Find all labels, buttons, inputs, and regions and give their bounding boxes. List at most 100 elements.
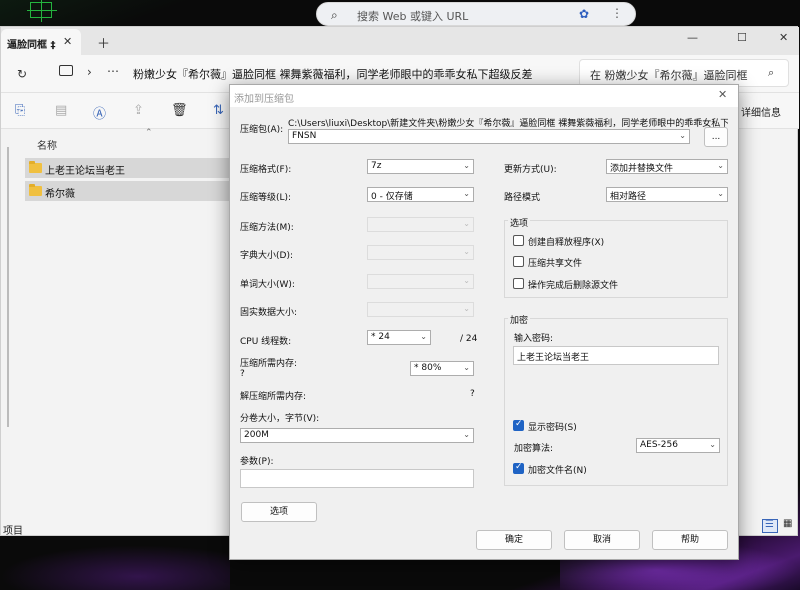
chevron-down-icon: ⌄ (709, 440, 716, 449)
word-select[interactable]: ⌄ (367, 274, 474, 289)
memory-select[interactable]: * 80% ⌄ (410, 361, 474, 376)
web-search-bar[interactable]: ⌕ 搜索 Web 或键入 URL ✿ ⋮ (316, 2, 636, 26)
tab-strip: 逼脸同框 ‡ ✕ ＋ — ☐ ✕ (1, 27, 799, 55)
chevron-down-icon: ⌄ (463, 363, 470, 372)
tiles-view-icon[interactable] (782, 518, 796, 533)
encryption-method-select[interactable]: AES-256 ⌄ (636, 438, 720, 453)
paste-icon[interactable]: ▤ (55, 103, 67, 118)
computer-icon[interactable] (59, 65, 73, 76)
chevron-down-icon: ⌄ (463, 276, 470, 285)
sort-icon[interactable]: ⇅ (213, 103, 224, 118)
encrypt-names-label: 加密文件名(N) (528, 466, 587, 476)
encryption-method-value: AES-256 (640, 440, 678, 450)
search-icon: ⌕ (768, 66, 775, 79)
sfx-label: 创建自释放程序(X) (528, 238, 605, 248)
chevron-right-icon[interactable]: › (87, 65, 92, 79)
scrollbar[interactable] (7, 147, 9, 427)
options-button[interactable]: 选项 (241, 502, 317, 522)
encryption-group-title: 加密 (508, 313, 531, 326)
add-to-archive-dialog: 添加到压缩包 ✕ 压缩包(A): C:\Users\liuxi\Desktop\… (229, 84, 739, 560)
close-tab-icon[interactable]: ✕ (63, 35, 72, 48)
more-icon[interactable]: ⋮ (611, 6, 623, 20)
archive-label: 压缩包(A): (240, 125, 284, 135)
new-tab-icon[interactable]: ＋ (97, 33, 110, 52)
breadcrumb[interactable]: 粉嫩少女『希尔薇』逼脸同框 裸舞紫薇福利，同学老师眼中的乖乖女私下超级反差 (133, 66, 563, 82)
tab-title: 逼脸同框 ‡ (7, 40, 56, 51)
shared-checkbox[interactable] (513, 256, 524, 267)
split-label: 分卷大小，字节(V): (240, 414, 320, 424)
browse-button[interactable]: ... (704, 127, 728, 147)
delete-source-checkbox[interactable] (513, 278, 524, 289)
path-mode-label: 路径模式 (504, 193, 541, 203)
params-label: 参数(P): (240, 457, 274, 467)
folder-icon (29, 184, 42, 196)
level-select[interactable]: 0 - 仅存储 ⌄ (367, 187, 474, 202)
delete-icon[interactable]: 🗑 (171, 103, 188, 118)
password-value: 上老王论坛当老王 (517, 353, 590, 363)
details-view-icon[interactable] (762, 519, 778, 533)
archive-name-combo[interactable]: FNSN ⌄ (288, 129, 690, 144)
folder-search-text: 在 粉嫩少女『希尔薇』逼脸同框 (590, 69, 748, 82)
show-password-checkbox[interactable] (513, 419, 524, 431)
memory-value: * 80% (414, 363, 442, 373)
rename-icon[interactable]: Ⓐ (93, 103, 106, 122)
sfx-checkbox[interactable] (513, 235, 524, 246)
chevron-down-icon: ⌄ (463, 161, 470, 170)
refresh-icon[interactable]: ↻ (17, 67, 27, 81)
ok-button[interactable]: 确定 (476, 530, 552, 550)
maximize-icon[interactable]: ☐ (737, 31, 747, 44)
more-path-icon[interactable]: ⋯ (107, 64, 119, 78)
chevron-down-icon: ⌄ (463, 247, 470, 256)
cpu-threads-value: * 24 (371, 332, 390, 342)
options-group-title: 选项 (508, 216, 531, 229)
password-label: 输入密码: (514, 334, 554, 344)
dict-label: 字典大小(D): (240, 251, 293, 261)
help-button[interactable]: 帮助 (652, 530, 728, 550)
shared-label: 压缩共享文件 (528, 259, 583, 269)
word-label: 单词大小(W): (240, 280, 295, 290)
update-mode-select[interactable]: 添加并替换文件 ⌄ (606, 159, 728, 174)
encryption-method-label: 加密算法: (514, 444, 554, 454)
password-input[interactable]: 上老王论坛当老王 (513, 346, 719, 365)
cancel-button[interactable]: 取消 (564, 530, 640, 550)
archive-name-value: FNSN (292, 131, 317, 141)
split-size-value: 200M (244, 430, 269, 440)
format-select[interactable]: 7z ⌄ (367, 159, 474, 174)
method-select[interactable]: ⌄ (367, 217, 474, 232)
chevron-down-icon: ⌄ (463, 430, 470, 439)
decompress-memory-value: ? (470, 389, 475, 399)
list-item[interactable]: 希尔薇 (25, 181, 231, 201)
column-header-name[interactable]: 名称 (37, 137, 57, 152)
crosshair-icon (27, 0, 57, 22)
encrypt-names-checkbox[interactable] (513, 462, 524, 474)
wallpaper-glow (0, 545, 230, 590)
close-window-icon[interactable]: ✕ (779, 31, 788, 44)
cpu-threads-select[interactable]: * 24 ⌄ (367, 330, 431, 345)
cut-icon[interactable]: ⎘ (15, 103, 25, 118)
level-value: 0 - 仅存储 (371, 192, 413, 202)
close-icon[interactable]: ✕ (718, 88, 727, 101)
details-button[interactable]: 详细信息 (741, 104, 781, 119)
format-value: 7z (371, 161, 382, 171)
copilot-icon[interactable]: ✿ (579, 7, 589, 21)
params-input[interactable] (240, 469, 474, 488)
list-item[interactable]: 上老王论坛当老王 (25, 158, 231, 178)
decompress-memory-label: 解压缩所需内存: (240, 392, 307, 402)
share-icon[interactable]: ⇪ (133, 103, 144, 118)
sort-ascending-icon: ⌃ (145, 128, 153, 138)
search-placeholder: 搜索 Web 或键入 URL (357, 10, 469, 23)
cpu-label: CPU 线程数: (240, 337, 292, 347)
solid-select[interactable]: ⌄ (367, 302, 474, 317)
minimize-icon[interactable]: — (687, 31, 698, 44)
file-name: 希尔薇 (45, 189, 75, 200)
path-mode-select[interactable]: 相对路径 ⌄ (606, 187, 728, 202)
show-password-label: 显示密码(S) (528, 423, 577, 433)
folder-search-input[interactable]: 在 粉嫩少女『希尔薇』逼脸同框 ⌕ (579, 59, 789, 87)
dialog-title: 添加到压缩包 (234, 94, 294, 105)
explorer-tab[interactable]: 逼脸同框 ‡ ✕ (1, 29, 81, 55)
split-size-combo[interactable]: 200M ⌄ (240, 428, 474, 443)
path-mode-value: 相对路径 (610, 192, 647, 202)
dict-select[interactable]: ⌄ (367, 245, 474, 260)
delete-source-label: 操作完成后删除源文件 (528, 281, 619, 291)
chevron-down-icon: ⌄ (717, 161, 724, 170)
